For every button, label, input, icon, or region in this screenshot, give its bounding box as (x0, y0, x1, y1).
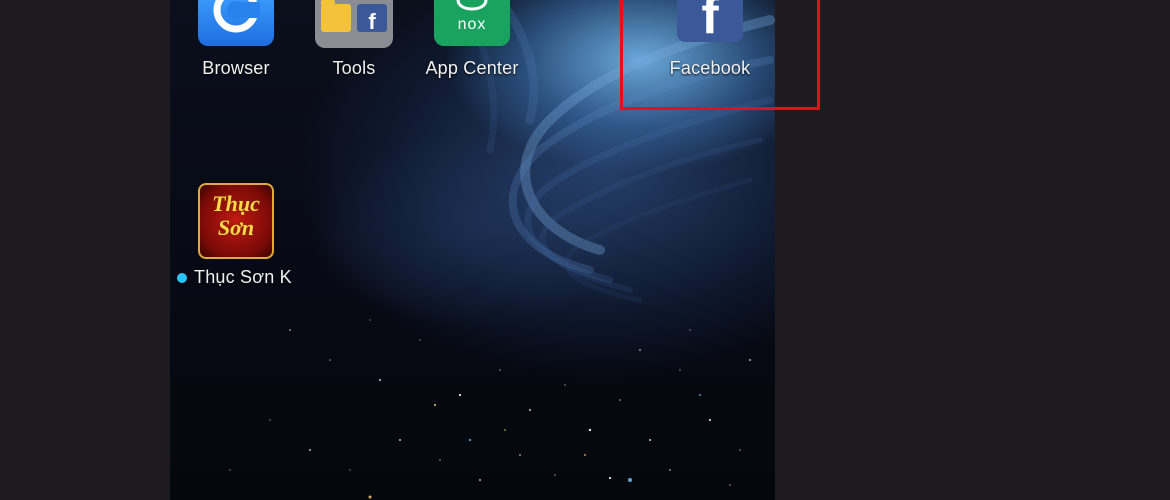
emulator-window: Browser f Tools nox App Center f Faceboo… (0, 0, 1170, 500)
app-center-icon: nox (434, 0, 510, 46)
thuc-son-game-icon: Thục Sơn (198, 183, 274, 259)
svg-text:f: f (368, 9, 376, 34)
new-app-indicator-dot (177, 273, 187, 283)
app-label-tools: Tools (332, 58, 376, 78)
nox-logo-text: nox (457, 16, 487, 33)
facebook-highlight-box (620, 0, 820, 110)
app-app-center[interactable]: nox App Center (412, 0, 532, 100)
app-browser[interactable]: Browser (176, 0, 296, 100)
browser-icon (198, 0, 274, 46)
app-thuc-son[interactable]: Thục Sơn Thục Sơn K (176, 183, 296, 293)
thuc-son-logo-line1: Thục (212, 191, 260, 216)
thuc-son-logo-line2: Sơn (217, 215, 255, 240)
app-label-browser: Browser (202, 58, 270, 78)
app-label-thuc-son: Thục Sơn K (194, 267, 292, 287)
folder-icon: f (315, 0, 393, 48)
app-tools[interactable]: f Tools (294, 0, 414, 100)
app-label-app-center: App Center (425, 58, 519, 78)
